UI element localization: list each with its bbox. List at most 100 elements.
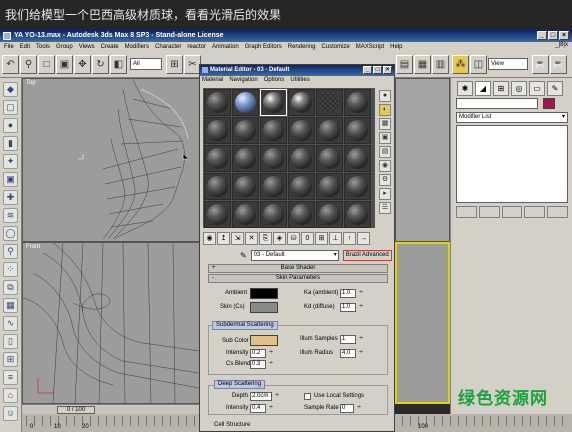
menu-maxscript[interactable]: MAXScript [356, 44, 384, 50]
material-navigator-icon[interactable]: ☰ [379, 202, 391, 214]
link-icon[interactable]: ⚲ [20, 55, 37, 74]
sample-slot[interactable] [232, 201, 259, 228]
menu-modifiers[interactable]: Modifiers [125, 44, 149, 50]
base-shader-rollout[interactable]: Base Shader [208, 264, 388, 273]
motion-tab-icon[interactable]: ◎ [511, 81, 527, 96]
sample-slot[interactable] [288, 117, 315, 144]
pin-stack-button[interactable] [456, 206, 477, 218]
ambient-color-swatch[interactable] [250, 288, 278, 299]
menu-graph-editors[interactable]: Graph Editors [245, 44, 282, 50]
time-slider[interactable]: 0 / 100 [57, 406, 95, 414]
cs-blend-spinner[interactable]: 0.3 [250, 360, 273, 369]
show-map-icon[interactable]: ⊞ [315, 232, 328, 245]
modifier-stack[interactable] [456, 125, 568, 203]
options-icon[interactable]: ⚙ [379, 174, 391, 186]
backlight-icon[interactable]: ◐ [379, 104, 391, 116]
undo-icon[interactable]: ↶ [2, 55, 19, 74]
reset-map-icon[interactable]: ✕ [245, 232, 258, 245]
sample-slot[interactable] [260, 117, 287, 144]
curve-editor-icon[interactable]: ▦ [414, 55, 431, 74]
aec-icon[interactable]: ⌂ [3, 388, 18, 403]
show-end-result-icon[interactable]: ⊥ [329, 232, 342, 245]
use-local-settings-checkbox[interactable] [304, 393, 311, 400]
mdi-buttons[interactable]: _|8|x [555, 42, 568, 48]
bone-icon[interactable]: ⚲ [3, 244, 18, 259]
skin-color-swatch[interactable] [250, 302, 278, 313]
sphere-icon[interactable]: ● [3, 118, 18, 133]
sample-slot[interactable] [232, 145, 259, 172]
create-geometry-icon[interactable]: ◆ [3, 82, 18, 97]
display-tab-icon[interactable]: ▭ [529, 81, 545, 96]
menu-edit[interactable]: Edit [20, 44, 30, 50]
nurbs-icon[interactable]: ∿ [3, 316, 18, 331]
kd-spinner[interactable]: 1.0 [340, 303, 363, 312]
skin-parameters-rollout[interactable]: Skin Parameters [208, 274, 388, 283]
video-color-check-icon[interactable]: ▤ [379, 146, 391, 158]
sub-intensity-spinner[interactable]: 0.2 [250, 349, 273, 358]
sample-slot[interactable] [344, 117, 371, 144]
sample-slot[interactable] [204, 173, 231, 200]
background-icon[interactable]: ▦ [379, 118, 391, 130]
modifier-list-dropdown[interactable]: Modifier List [456, 112, 568, 123]
patch-icon[interactable]: ▦ [3, 298, 18, 313]
maximize-button[interactable]: □ [548, 31, 558, 40]
layer-icon[interactable]: ▤ [396, 55, 413, 74]
select-region-icon[interactable]: □ [38, 55, 55, 74]
viewport-perspective[interactable] [395, 242, 450, 404]
quick-render-icon[interactable]: ☕ [532, 55, 549, 74]
door-icon[interactable]: ▯ [3, 334, 18, 349]
go-to-parent-icon[interactable]: ↑ [343, 232, 356, 245]
viewport-top[interactable]: Top [22, 78, 200, 242]
me-menu-navigation[interactable]: Navigation [229, 76, 257, 85]
sample-slot[interactable] [232, 117, 259, 144]
sample-slot[interactable] [344, 89, 371, 116]
menu-animation[interactable]: Animation [212, 44, 239, 50]
hierarchy-tab-icon[interactable]: ⊞ [493, 81, 509, 96]
sample-slot[interactable] [288, 145, 315, 172]
uv-tiling-icon[interactable]: ▣ [379, 132, 391, 144]
subcolor-swatch[interactable] [250, 335, 278, 346]
me-close-button[interactable]: × [383, 66, 392, 74]
sample-slot[interactable] [316, 89, 343, 116]
menu-help[interactable]: Help [390, 44, 402, 50]
menu-file[interactable]: File [4, 44, 14, 50]
show-end-result-button[interactable] [478, 206, 500, 218]
go-forward-sibling-icon[interactable]: → [357, 232, 370, 245]
sample-slot[interactable] [232, 173, 259, 200]
sample-slot[interactable] [232, 89, 259, 116]
sample-slot[interactable] [344, 145, 371, 172]
me-menu-utilities[interactable]: Utilities [290, 76, 309, 85]
rotate-icon[interactable]: ↻ [92, 55, 109, 74]
render-view-dropdown[interactable]: View [488, 58, 528, 70]
menu-customize[interactable]: Customize [321, 44, 349, 50]
time-slider-track[interactable]: 0 / 100 [22, 404, 200, 414]
me-menu-options[interactable]: Options [264, 76, 285, 85]
sample-slot[interactable] [316, 201, 343, 228]
select-object-icon[interactable]: ▣ [56, 55, 73, 74]
object-color-swatch[interactable] [543, 98, 555, 109]
me-menu-material[interactable]: Material [202, 76, 223, 85]
minimize-button[interactable]: _ [537, 31, 547, 40]
close-button[interactable]: × [559, 31, 569, 40]
illum-radius-spinner[interactable]: 4.0 [340, 349, 363, 358]
menu-reactor[interactable]: reactor [187, 44, 206, 50]
sample-slot[interactable] [288, 173, 315, 200]
camera-icon[interactable]: ▣ [3, 172, 18, 187]
material-effects-icon[interactable]: 0 [301, 232, 314, 245]
deep-intensity-spinner[interactable]: 0.4 [250, 404, 273, 413]
depth-spinner[interactable]: 2.0cm [250, 392, 279, 401]
space-warp-icon[interactable]: ≋ [3, 208, 18, 223]
shape-icon[interactable]: ◯ [3, 226, 18, 241]
helper-icon[interactable]: ✚ [3, 190, 18, 205]
move-icon[interactable]: ✥ [74, 55, 91, 74]
eyedropper-icon[interactable]: ✎ [240, 251, 247, 260]
sample-slot[interactable] [288, 89, 315, 116]
make-unique-icon[interactable]: ◈ [273, 232, 286, 245]
make-unique-button[interactable] [501, 206, 523, 218]
cylinder-icon[interactable]: ▮ [3, 136, 18, 151]
illum-samples-spinner[interactable]: 1 [340, 335, 363, 344]
sample-type-icon[interactable]: ● [379, 90, 391, 102]
particle-icon[interactable]: ⁘ [3, 262, 18, 277]
sample-slot[interactable] [260, 173, 287, 200]
me-minimize-button[interactable]: _ [363, 66, 372, 74]
